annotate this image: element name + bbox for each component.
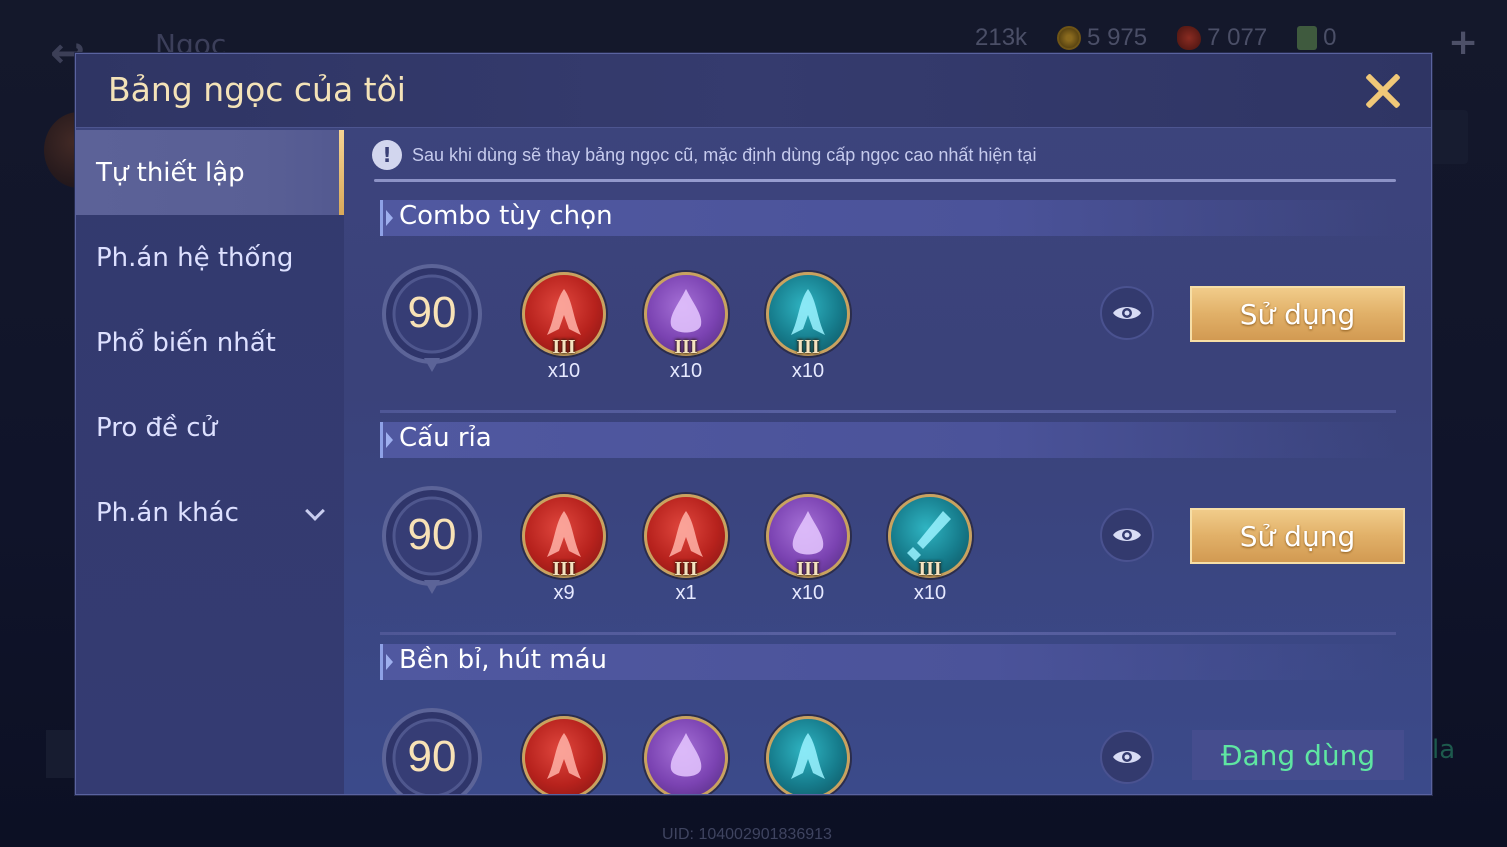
sidebar-item-label: Tự thiết lập — [96, 157, 245, 188]
sidebar-item-pro[interactable]: Pro đề cử — [76, 385, 344, 470]
currency-value: 5 975 — [1087, 24, 1148, 51]
sidebar: Tự thiết lập Ph.án hệ thống Phổ biến nhấ… — [76, 130, 344, 794]
preview-button[interactable] — [1100, 730, 1154, 784]
sidebar-item-label: Ph.án hệ thống — [96, 242, 294, 273]
ruby-icon — [1177, 26, 1202, 50]
section-header: Combo tùy chọn — [380, 200, 1396, 236]
sidebar-item-custom[interactable]: Tự thiết lập — [76, 130, 344, 215]
section-header: Cấu rỉa — [380, 422, 1396, 458]
level-badge: 90 — [380, 706, 484, 794]
level-number: 90 — [407, 732, 457, 781]
gem-count: x10 — [669, 360, 703, 382]
exclamation-icon: ! — [372, 140, 402, 170]
preview-button[interactable] — [1100, 286, 1154, 340]
notice-text: Sau khi dùng sẽ thay bảng ngọc cũ, mặc đ… — [412, 144, 1037, 165]
rune-gem-teal[interactable]: III x10 — [888, 494, 972, 604]
level-badge: 90 — [380, 484, 484, 594]
sidebar-item-label: Phổ biến nhất — [96, 327, 276, 358]
eye-icon — [1113, 529, 1141, 541]
close-icon[interactable] — [1364, 72, 1402, 110]
rune-gem-purple[interactable]: III x10 — [644, 272, 728, 382]
chevron-down-icon — [305, 501, 325, 521]
currency-value: 7 077 — [1207, 24, 1268, 51]
gem-count: x10 — [547, 360, 581, 382]
sidebar-item-system[interactable]: Ph.án hệ thống — [76, 215, 344, 300]
gem-count: x1 — [675, 582, 697, 604]
rune-gem-purple[interactable]: III x10 — [766, 494, 850, 604]
section-header: Bền bỉ, hút máu — [380, 644, 1396, 680]
currency-value: 0 — [1323, 24, 1337, 51]
sidebar-item-other[interactable]: Ph.án khác — [76, 470, 344, 555]
eye-icon — [1113, 307, 1141, 319]
rune-page-modal: Bảng ngọc của tôi Tự thiết lập Ph.án hệ … — [75, 53, 1432, 795]
gem-tier: III — [674, 558, 698, 580]
rune-gem-red[interactable]: III x9 — [522, 494, 606, 604]
rune-gem-teal[interactable]: III x10 — [766, 272, 850, 382]
gem-count: x10 — [913, 582, 947, 604]
red-rune-icon — [522, 716, 606, 794]
gem-tier: III — [918, 558, 942, 580]
background-text: la — [1432, 735, 1456, 765]
gem-count: x10 — [791, 360, 825, 382]
use-button[interactable]: Sử dụng — [1190, 508, 1405, 564]
sidebar-item-popular[interactable]: Phổ biến nhất — [76, 300, 344, 385]
gem-tier: III — [674, 336, 698, 358]
level-badge: 90 — [380, 262, 484, 372]
eye-icon — [1113, 751, 1141, 763]
rune-page-list: ! Sau khi dùng sẽ thay bảng ngọc cũ, mặc… — [344, 130, 1433, 794]
currency-value: 213k — [975, 24, 1028, 51]
uid-label: UID: 104002901836913 — [662, 826, 832, 843]
sidebar-item-label: Pro đề cử — [96, 412, 218, 443]
rune-gem-teal[interactable] — [766, 716, 850, 794]
level-number: 90 — [407, 288, 457, 337]
divider — [380, 632, 1396, 635]
gem-count: x10 — [791, 582, 825, 604]
teal-rune-icon — [766, 716, 850, 794]
currency-ruby: 7 077 — [1177, 24, 1267, 52]
notice-banner: ! Sau khi dùng sẽ thay bảng ngọc cũ, mặc… — [372, 140, 1036, 170]
use-button[interactable]: Sử dụng — [1190, 286, 1405, 342]
section-title: Bền bỉ, hút máu — [399, 645, 607, 675]
sidebar-item-label: Ph.án khác — [96, 497, 239, 528]
currency-gold: 5 975 — [1057, 24, 1147, 52]
currency-gems: 213k — [975, 24, 1059, 206]
gem-tier: III — [796, 336, 820, 358]
rune-gem-purple[interactable] — [644, 716, 728, 794]
level-number: 90 — [407, 510, 457, 559]
add-currency-icon[interactable]: + — [1448, 22, 1478, 63]
currency-bar: 213k 5 975 7 077 0 — [975, 24, 1337, 206]
section-title: Combo tùy chọn — [399, 201, 613, 231]
rune-gem-red[interactable] — [522, 716, 606, 794]
modal-header: Bảng ngọc của tôi — [76, 54, 1431, 128]
modal-title: Bảng ngọc của tôi — [108, 70, 406, 109]
card-icon — [1297, 26, 1318, 50]
preview-button[interactable] — [1100, 508, 1154, 562]
rune-page-row: Cấu rỉa 90 III x9 III x1 III x10 III x10… — [380, 422, 1405, 644]
currency-card: 0 — [1297, 24, 1337, 52]
rune-page-row: Bền bỉ, hút máu 90 Đang dùng — [380, 644, 1404, 794]
gem-tier: III — [552, 558, 576, 580]
rune-page-row: Combo tùy chọn 90 III x10 III x10 III x1… — [380, 200, 1405, 422]
section-title: Cấu rỉa — [399, 423, 492, 453]
divider — [380, 410, 1396, 413]
in-use-status: Đang dùng — [1192, 730, 1404, 780]
gem-tier: III — [796, 558, 820, 580]
purple-rune-icon — [644, 716, 728, 794]
gold-coin-icon — [1057, 26, 1082, 50]
divider — [374, 179, 1396, 182]
rune-gem-red[interactable]: III x1 — [644, 494, 728, 604]
rune-gem-red[interactable]: III x10 — [522, 272, 606, 382]
gem-tier: III — [552, 336, 576, 358]
gem-count: x9 — [553, 582, 575, 604]
